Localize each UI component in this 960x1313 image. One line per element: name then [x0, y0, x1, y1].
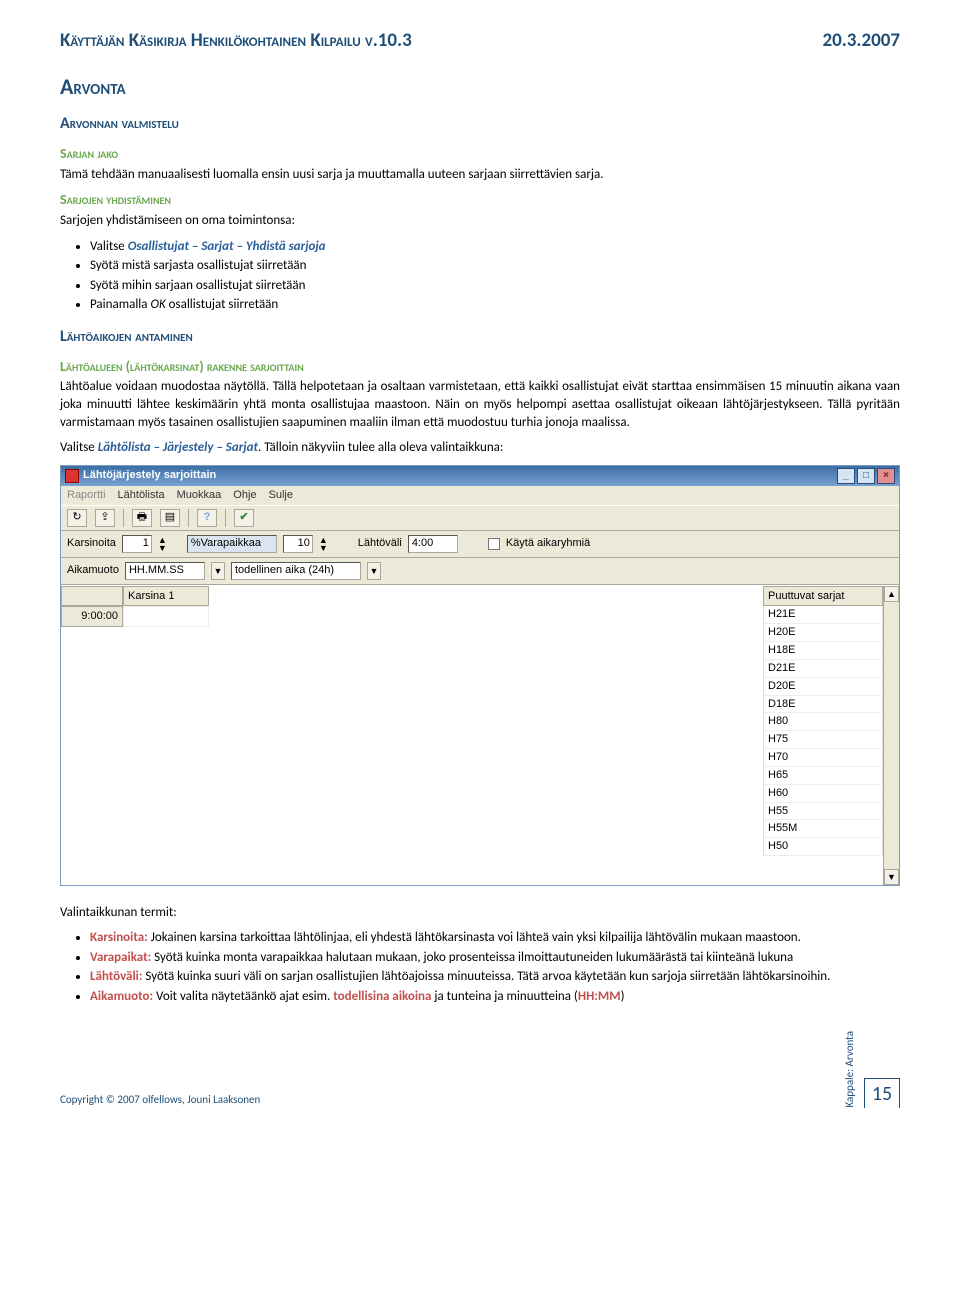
lahtoalue-p2: Valitse Lähtölista – Järjestely – Sarjat…: [60, 439, 900, 457]
page-number: 15: [864, 1078, 900, 1108]
label-karsinoita: Karsinoita: [67, 536, 116, 551]
window-title: Lähtöjärjestely sarjoittain: [83, 468, 216, 483]
list-item[interactable]: H18E: [763, 642, 883, 660]
apply-icon[interactable]: ✔: [234, 509, 254, 527]
sarjan-jako-text: Tämä tehdään manuaalisesti luomalla ensi…: [60, 166, 900, 184]
karsinoita-input[interactable]: 1: [122, 535, 152, 553]
print-icon[interactable]: 🖶: [132, 509, 152, 527]
params-row-1: Karsinoita 1 ▲▼ %Varapaikkaa 10 ▲▼ Lähtö…: [61, 531, 899, 558]
list-item[interactable]: H55: [763, 803, 883, 821]
preview-icon[interactable]: ▤: [160, 509, 180, 527]
menu-item-lahtolista[interactable]: Lähtölista: [118, 488, 165, 503]
list-item[interactable]: H70: [763, 749, 883, 767]
list-item[interactable]: H21E: [763, 606, 883, 624]
heading-sarjojen-yhdistaminen: Sarjojen yhdistäminen: [60, 191, 900, 210]
term-label: Aikamuoto:: [90, 989, 153, 1004]
menu-item-ohje[interactable]: Ohje: [233, 488, 256, 503]
menu-item-muokkaa[interactable]: Muokkaa: [177, 488, 222, 503]
toolbar: ↻ ⇪ 🖶 ▤ ? ✔: [61, 505, 899, 531]
list-item[interactable]: D18E: [763, 696, 883, 714]
time-cell[interactable]: 9:00:00: [61, 606, 123, 627]
menu-path: Lähtölista – Järjestely – Sarjat: [98, 440, 258, 455]
kayta-aikaryhmia-checkbox[interactable]: [488, 538, 500, 550]
list-item: Valitse Osallistujat – Sarjat – Yhdistä …: [90, 238, 900, 256]
varapaikka-label-box[interactable]: %Varapaikkaa: [187, 535, 277, 553]
list-item: Painamalla OK osallistujat siirretään: [90, 296, 900, 314]
chevron-down-icon[interactable]: ▼: [211, 562, 225, 580]
subsection-lahtoaikojen: Lähtöaikojen antaminen: [60, 326, 900, 348]
help-icon[interactable]: ?: [197, 509, 217, 527]
list-item: Aikamuoto: Voit valita näytetäänkö ajat …: [90, 988, 900, 1006]
vertical-scrollbar[interactable]: ▲ ▼: [883, 586, 899, 885]
list-item[interactable]: H20E: [763, 624, 883, 642]
refresh-icon[interactable]: ↻: [67, 509, 87, 527]
right-header: Puuttuvat sarjat: [763, 586, 883, 607]
list-item: Lähtöväli: Syötä kuinka suuri väli on sa…: [90, 968, 900, 986]
heading-lahtoalue: Lähtöalueen (lähtökarsinat) rakenne sarj…: [60, 358, 900, 377]
list-item[interactable]: H75: [763, 731, 883, 749]
maximize-button[interactable]: □: [857, 468, 875, 484]
list-item: Varapaikat: Syötä kuinka monta varapaikk…: [90, 949, 900, 967]
term-label: Karsinoita:: [90, 930, 148, 945]
document-header: Käyttäjän Käsikirja Henkilökohtainen Kil…: [60, 28, 900, 54]
minimize-button[interactable]: _: [837, 468, 855, 484]
list-item[interactable]: H80: [763, 713, 883, 731]
window-titlebar[interactable]: Lähtöjärjestely sarjoittain _ □ ×: [61, 466, 899, 486]
doc-date: 20.3.2007: [822, 28, 900, 54]
scroll-up-icon[interactable]: ▲: [884, 586, 899, 602]
close-button[interactable]: ×: [877, 468, 895, 484]
menu-path: Osallistujat – Sarjat – Yhdistä sarjoja: [128, 239, 326, 254]
spinner-icon[interactable]: ▲▼: [319, 536, 328, 552]
label-kayta-aikaryhmia: Käytä aikaryhmiä: [506, 536, 590, 551]
list-item: Syötä mihin sarjaan osallistujat siirret…: [90, 277, 900, 295]
terms-list: Karsinoita: Jokainen karsina tarkoittaa …: [90, 929, 900, 1005]
list-item[interactable]: D20E: [763, 678, 883, 696]
copyright: Copyright © 2007 olfellows, Jouni Laakso…: [60, 1093, 260, 1108]
chevron-down-icon[interactable]: ▼: [367, 562, 381, 580]
list-item[interactable]: H60: [763, 785, 883, 803]
grid-area: Karsina 1 9:00:00 Puuttuvat sarjat H21E …: [61, 585, 899, 885]
menu-item-sulje[interactable]: Sulje: [269, 488, 293, 503]
missing-series-panel: Puuttuvat sarjat H21E H20E H18E D21E D20…: [763, 586, 883, 885]
aikamuoto-format-select[interactable]: HH.MM.SS: [125, 562, 205, 580]
subsection-valmistelu: Arvonnan valmistelu: [60, 113, 900, 135]
list-item[interactable]: H65: [763, 767, 883, 785]
menubar: Raportti Lähtölista Muokkaa Ohje Sulje: [61, 486, 899, 505]
col-header-karsina[interactable]: Karsina 1: [123, 586, 209, 607]
sarjojen-steps-list: Valitse Osallistujat – Sarjat – Yhdistä …: [90, 238, 900, 314]
menu-item-raportti[interactable]: Raportti: [67, 488, 106, 503]
page-footer: Copyright © 2007 olfellows, Jouni Laakso…: [60, 1029, 900, 1108]
varapaikka-input[interactable]: 10: [283, 535, 313, 553]
sarjojen-intro: Sarjojen yhdistämiseen on oma toimintons…: [60, 212, 900, 230]
lahtoalue-p1: Lähtöalue voidaan muodostaa näytöllä. Tä…: [60, 378, 900, 431]
list-item[interactable]: H55M: [763, 820, 883, 838]
ok-ref: OK: [150, 297, 165, 312]
export-icon[interactable]: ⇪: [95, 509, 115, 527]
app-icon: [65, 469, 79, 483]
kappale-sidebar: Kappale: Arvonta: [843, 1029, 858, 1108]
term-label: Varapaikat:: [90, 950, 151, 965]
params-row-2: Aikamuoto HH.MM.SS ▼ todellinen aika (24…: [61, 558, 899, 585]
aikamuoto-mode-select[interactable]: todellinen aika (24h): [231, 562, 361, 580]
terms-intro: Valintaikkunan termit:: [60, 904, 900, 922]
heading-sarjan-jako: Sarjan jako: [60, 145, 900, 164]
list-item[interactable]: D21E: [763, 660, 883, 678]
lahtovali-input[interactable]: 4:00: [408, 535, 458, 553]
label-lahtovali: Lähtöväli: [358, 536, 402, 551]
list-item[interactable]: H50: [763, 838, 883, 856]
label-aikamuoto: Aikamuoto: [67, 563, 119, 578]
term-label: Lähtöväli:: [90, 969, 142, 984]
spinner-icon[interactable]: ▲▼: [158, 536, 167, 552]
section-heading-arvonta: Arvonta: [60, 72, 900, 102]
doc-title: Käyttäjän Käsikirja Henkilökohtainen Kil…: [60, 28, 412, 54]
embedded-window: Lähtöjärjestely sarjoittain _ □ × Raport…: [60, 465, 900, 886]
list-item: Karsinoita: Jokainen karsina tarkoittaa …: [90, 929, 900, 947]
scroll-down-icon[interactable]: ▼: [884, 869, 899, 885]
list-item: Syötä mistä sarjasta osallistujat siirre…: [90, 257, 900, 275]
